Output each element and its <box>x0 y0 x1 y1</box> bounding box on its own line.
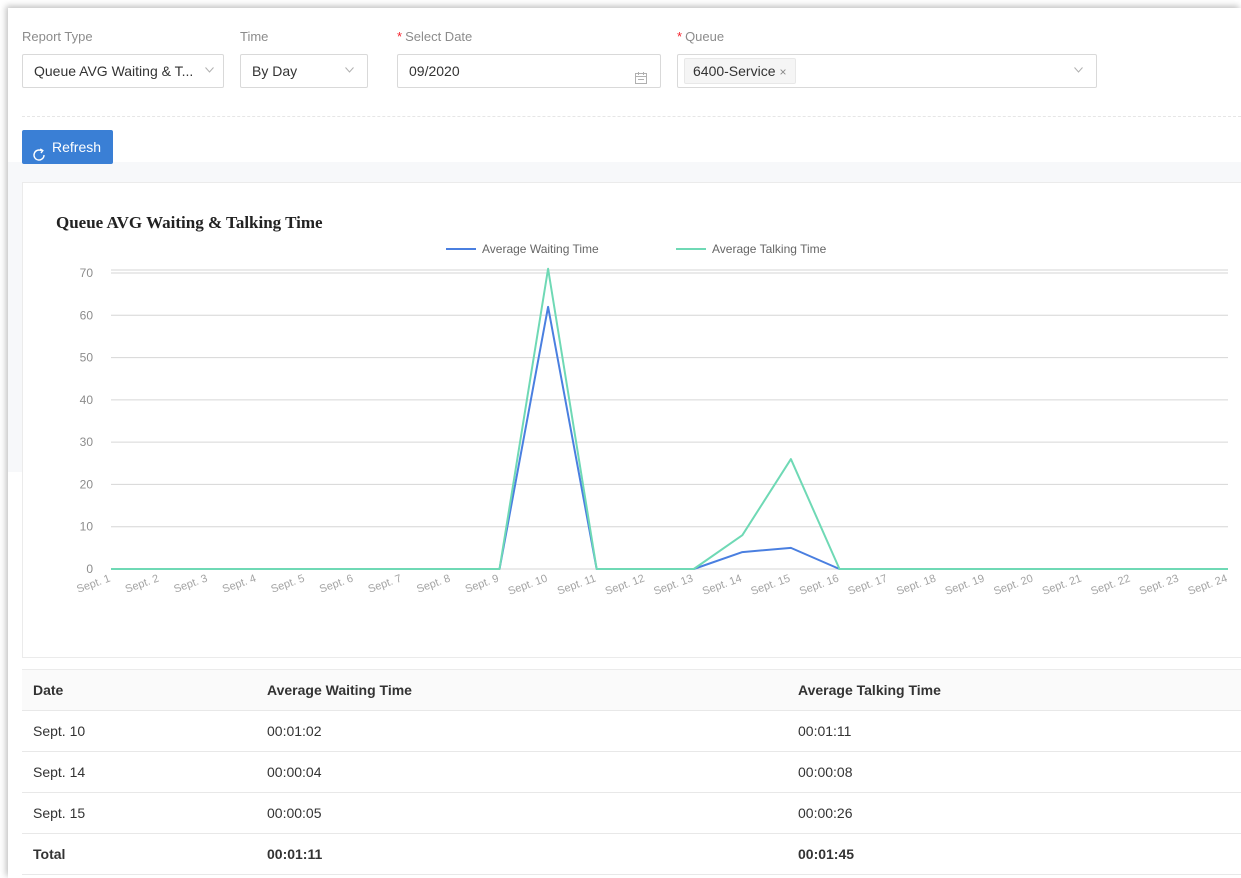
queue-field: * Queue 6400-Service × <box>677 28 1097 88</box>
y-tick-label: 20 <box>80 477 94 491</box>
x-tick-label: Sept. 8 <box>415 573 452 596</box>
cell-avg-talking: 00:00:08 <box>798 764 853 780</box>
date-picker-input[interactable]: 09/2020 <box>397 54 661 88</box>
report-type-value: Queue AVG Waiting & T... <box>34 63 194 79</box>
table-row: Sept. 14 00:00:04 00:00:08 <box>22 752 1241 793</box>
queue-label: * Queue <box>677 29 725 44</box>
line-chart: 0 10 20 30 40 50 60 70 Sept. 1 Sept. 2 Sept. 3 Sept… <box>75 266 1229 598</box>
report-type-field: Report Type Queue AVG Waiting & T... <box>22 28 224 88</box>
table-row: Sept. 10 00:01:02 00:01:11 <box>22 711 1241 752</box>
calendar-icon[interactable] <box>634 64 648 84</box>
x-tick-label: Sept. 24 <box>1186 573 1229 598</box>
chevron-down-icon <box>205 67 214 75</box>
header-date: Date <box>33 682 64 698</box>
table-total-row: Total 00:01:11 00:01:45 <box>22 834 1241 875</box>
refresh-button[interactable]: Refresh <box>22 130 113 164</box>
time-value: By Day <box>252 63 298 79</box>
queue-select[interactable]: 6400-Service × <box>677 54 1097 88</box>
x-tick-label: Sept. 3 <box>172 573 209 596</box>
refresh-icon <box>32 140 46 161</box>
filter-bar: Report Type Queue AVG Waiting & T... Tim… <box>22 28 1241 118</box>
y-tick-label: 10 <box>80 520 94 534</box>
x-tick-label: Sept. 7 <box>367 573 404 596</box>
table-row: Sept. 15 00:00:05 00:00:26 <box>22 793 1241 834</box>
y-tick-label: 50 <box>80 351 94 365</box>
x-tick-label: Sept. 4 <box>221 573 258 596</box>
cell-date: Sept. 14 <box>33 764 86 780</box>
header-avg-waiting: Average Waiting Time <box>267 682 412 698</box>
y-tick-label: 30 <box>80 435 94 449</box>
select-date-field: * Select Date 09/2020 <box>397 28 661 88</box>
cell-avg-waiting: 00:00:04 <box>267 764 322 780</box>
total-avg-waiting: 00:01:11 <box>267 846 323 862</box>
filter-divider <box>22 116 1241 117</box>
series-line-talking <box>111 267 1228 570</box>
header-avg-talking: Average Talking Time <box>798 682 941 698</box>
y-tick-label: 70 <box>80 266 94 280</box>
x-tick-label: Sept. 6 <box>318 573 355 596</box>
tag-close-icon[interactable]: × <box>780 65 787 79</box>
x-tick-label: Sept. 23 <box>1138 573 1181 598</box>
time-select[interactable]: By Day <box>240 54 368 88</box>
total-avg-talking: 00:01:45 <box>798 846 855 862</box>
data-table: Date Average Waiting Time Average Talkin… <box>22 669 1241 875</box>
x-tick-label: Sept. 17 <box>846 573 889 598</box>
chart-panel: Queue AVG Waiting & Talking Time Average… <box>22 182 1241 658</box>
x-tick-label: Sept. 13 <box>652 573 695 598</box>
x-tick-label: Sept. 15 <box>749 573 792 598</box>
x-tick-label: Sept. 12 <box>604 573 647 598</box>
x-tick-label: Sept. 14 <box>701 573 744 598</box>
x-tick-label: Sept. 5 <box>269 573 306 596</box>
chevron-down-icon <box>345 67 354 75</box>
report-type-label: Report Type <box>22 29 93 44</box>
date-value: 09/2020 <box>409 63 460 79</box>
cell-avg-waiting: 00:01:02 <box>267 723 322 739</box>
x-tick-label: Sept. 9 <box>464 573 501 596</box>
cell-date: Sept. 15 <box>33 805 86 821</box>
y-tick-label: 0 <box>86 562 93 576</box>
series-line-waiting <box>111 305 1228 570</box>
x-tick-label: Sept. 10 <box>506 573 549 598</box>
cell-avg-waiting: 00:00:05 <box>267 805 322 821</box>
y-tick-label: 40 <box>80 393 94 407</box>
cell-date: Sept. 10 <box>33 723 86 739</box>
queue-tag: 6400-Service × <box>684 58 796 84</box>
cell-avg-talking: 00:01:11 <box>798 723 852 739</box>
cell-avg-talking: 00:00:26 <box>798 805 853 821</box>
x-tick-label: Sept. 21 <box>1041 573 1084 598</box>
x-tick-label: Sept. 16 <box>798 573 841 598</box>
x-tick-label: Sept. 11 <box>556 573 598 598</box>
x-tick-label: Sept. 1 <box>75 573 112 596</box>
x-tick-label: Sept. 20 <box>992 573 1035 598</box>
chevron-down-icon <box>1074 67 1083 75</box>
table-header-row: Date Average Waiting Time Average Talkin… <box>22 670 1241 711</box>
time-field: Time By Day <box>240 28 368 88</box>
x-tick-label: Sept. 19 <box>944 573 987 598</box>
x-tick-label: Sept. 18 <box>895 573 938 598</box>
x-tick-label: Sept. 2 <box>124 573 161 596</box>
total-label: Total <box>33 846 66 862</box>
time-label: Time <box>240 29 269 44</box>
y-tick-label: 60 <box>80 308 94 322</box>
select-date-label: * Select Date <box>397 29 473 44</box>
x-tick-label: Sept. 22 <box>1089 573 1132 598</box>
report-type-select[interactable]: Queue AVG Waiting & T... <box>22 54 224 88</box>
refresh-label: Refresh <box>52 139 102 155</box>
